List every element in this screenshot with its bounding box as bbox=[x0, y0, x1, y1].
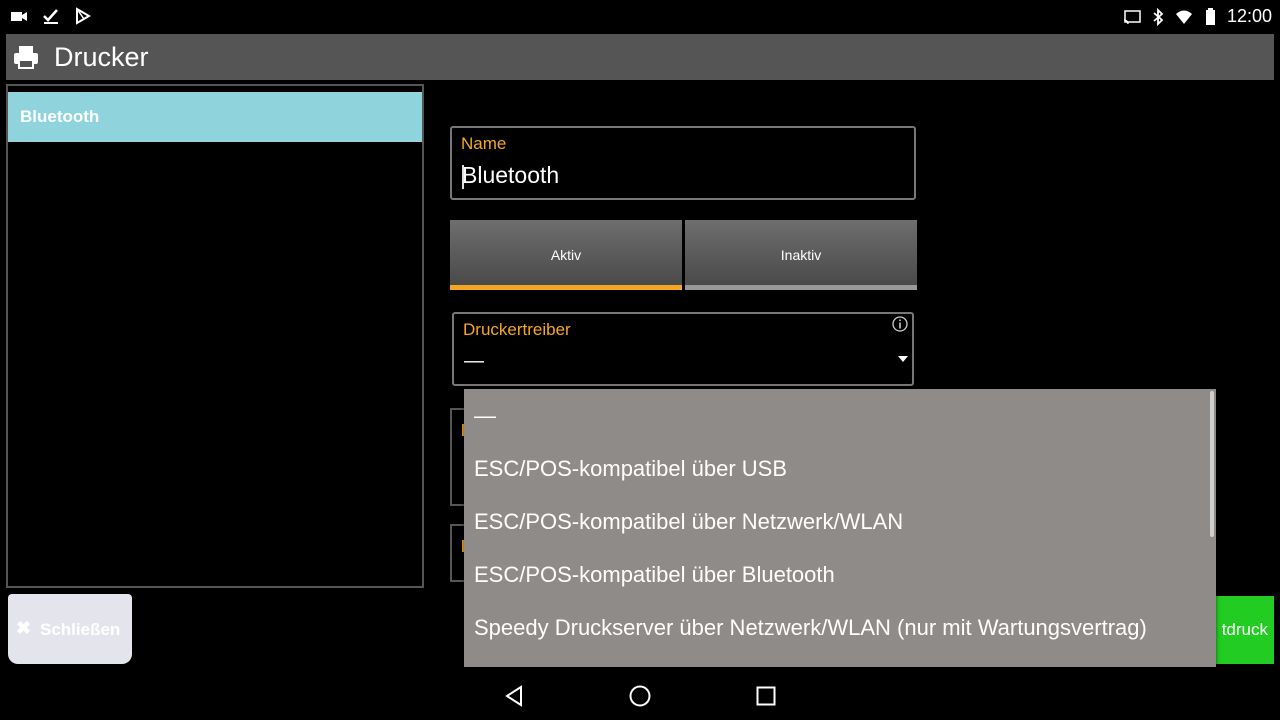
name-field-label: Name bbox=[461, 134, 507, 153]
close-button[interactable]: ✖ Schließen bbox=[8, 594, 132, 664]
cast-icon bbox=[1123, 9, 1141, 24]
status-inactive-button[interactable]: Inaktiv bbox=[685, 220, 917, 290]
status-active-label: Aktiv bbox=[550, 247, 582, 263]
navigation-bar bbox=[0, 672, 1280, 720]
printer-driver-select[interactable]: Druckertreiber — bbox=[452, 312, 914, 386]
name-field-value: Bluetooth bbox=[462, 162, 560, 188]
battery-icon bbox=[1205, 7, 1215, 25]
dropdown-arrow-icon bbox=[898, 356, 908, 362]
status-bar: 12:00 bbox=[0, 0, 1280, 34]
test-print-button-label: tdruck bbox=[1221, 620, 1268, 639]
printer-driver-dropdown: — ESC/POS-kompatibel über USB ESC/POS-ko… bbox=[464, 389, 1216, 667]
dropdown-option[interactable]: ESC/POS-kompatibel über Netzwerk/WLAN bbox=[474, 509, 903, 535]
dropdown-option[interactable]: ESC/POS-kompatibel über USB bbox=[474, 456, 787, 482]
printer-list: Bluetooth bbox=[6, 84, 424, 588]
dropdown-scrollbar[interactable] bbox=[1210, 391, 1214, 537]
page-title: Drucker bbox=[54, 42, 149, 72]
printer-list-item-label: Bluetooth bbox=[20, 107, 100, 126]
close-icon: ✖ bbox=[16, 618, 32, 638]
wifi-icon bbox=[1175, 10, 1192, 24]
action-bar: Drucker bbox=[6, 34, 1274, 80]
video-icon bbox=[11, 12, 27, 21]
dropdown-option[interactable]: Speedy Druckserver über Netzwerk/WLAN (n… bbox=[474, 615, 1147, 641]
home-icon[interactable] bbox=[628, 684, 652, 708]
back-icon[interactable] bbox=[502, 684, 526, 708]
name-field-value-wrap: Bluetooth bbox=[462, 162, 559, 189]
checkmark-icon bbox=[43, 9, 58, 24]
dropdown-option[interactable]: ESC/POS-kompatibel über Bluetooth bbox=[474, 562, 835, 588]
printer-icon bbox=[14, 46, 38, 69]
recents-icon[interactable] bbox=[754, 684, 778, 708]
printer-driver-value: — bbox=[464, 350, 484, 372]
printer-driver-label: Druckertreiber bbox=[463, 320, 571, 339]
printer-list-item-bluetooth[interactable]: Bluetooth bbox=[8, 92, 422, 142]
status-time: 12:00 bbox=[1226, 6, 1272, 26]
status-active-button[interactable]: Aktiv bbox=[450, 220, 682, 290]
play-store-icon bbox=[76, 7, 91, 25]
status-inactive-label: Inaktiv bbox=[780, 247, 822, 263]
info-icon[interactable] bbox=[892, 316, 908, 332]
bluetooth-icon bbox=[1153, 7, 1164, 26]
close-button-label: Schließen bbox=[40, 620, 121, 639]
name-field[interactable]: Name Bluetooth bbox=[450, 126, 916, 200]
dropdown-option[interactable]: — bbox=[474, 403, 496, 429]
